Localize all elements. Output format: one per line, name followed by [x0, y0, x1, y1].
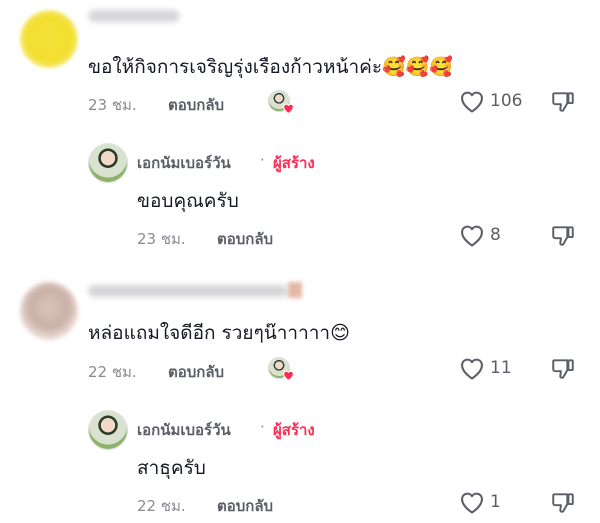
creator-liked-heart-icon: [283, 370, 294, 381]
creator-liked-badge: [268, 357, 294, 383]
reply-2-reply-button[interactable]: ตอบกลับ: [217, 494, 273, 518]
dislike-icon[interactable]: [550, 490, 576, 516]
reply-2-time: 22 ชม.: [137, 497, 186, 515]
comment-2-like-button[interactable]: 11: [458, 355, 512, 381]
comment-2-like-count: 11: [490, 358, 512, 378]
creator-liked-badge: [268, 90, 294, 116]
creator-2-tag: ผู้สร้าง: [273, 421, 315, 439]
heart-outline-icon: [461, 492, 483, 514]
comment-2-emojis: 😊: [330, 322, 350, 344]
creator-1-tag: ผู้สร้าง: [273, 154, 315, 172]
reply-1-time: 23 ชม.: [137, 230, 186, 248]
dislike-icon[interactable]: [550, 223, 576, 249]
commenter-1-avatar[interactable]: [20, 10, 78, 68]
creator-2-avatar[interactable]: [88, 410, 128, 450]
creator-2-name[interactable]: เอกนัมเบอร์วัน: [137, 418, 231, 442]
comment-1-time: 23 ชม.: [88, 96, 137, 114]
heart-outline-icon: [461, 91, 483, 113]
comment-2-text: หล่อแถมใจดีอีก รวยๆน๊าาาาา😊: [88, 318, 350, 348]
comment-2-reply-button[interactable]: ตอบกลับ: [168, 360, 224, 384]
creator-1-name[interactable]: เอกนัมเบอร์วัน: [137, 151, 231, 175]
heart-outline-icon: [461, 358, 483, 380]
commenter-2-avatar[interactable]: [20, 282, 78, 340]
comment-1-body: ขอให้กิจการเจริญรุ่งเรืองก้าวหน้าค่ะ: [88, 56, 383, 78]
reply-1-reply-button[interactable]: ตอบกลับ: [217, 227, 273, 251]
comment-1-like-count: 106: [490, 91, 523, 111]
commenter-2-username[interactable]: [88, 285, 288, 297]
commenter-2-badge: [288, 282, 302, 298]
comment-1-text: ขอให้กิจการเจริญรุ่งเรืองก้าวหน้าค่ะ🥰🥰🥰: [88, 52, 453, 82]
commenter-1-username[interactable]: [88, 10, 180, 22]
creator-1-avatar[interactable]: [88, 143, 128, 183]
reply-2-text: สาธุครับ: [137, 457, 206, 479]
comment-1-emojis: 🥰🥰🥰: [382, 56, 454, 78]
comment-2-body: หล่อแถมใจดีอีก รวยๆน๊าาาาา: [88, 322, 331, 344]
reply-1-like-button[interactable]: 8: [458, 222, 501, 248]
heart-outline-icon: [461, 225, 483, 247]
reply-1-text: ขอบคุณครับ: [137, 190, 239, 212]
comment-1-reply-button[interactable]: ตอบกลับ: [168, 93, 224, 117]
dislike-icon[interactable]: [550, 89, 576, 115]
reply-2-like-count: 1: [490, 492, 501, 512]
reply-2-like-button[interactable]: 1: [458, 489, 501, 515]
comment-1-like-button[interactable]: 106: [458, 88, 522, 114]
dislike-icon[interactable]: [550, 356, 576, 382]
creator-1-separator: ·: [260, 151, 265, 169]
reply-1-like-count: 8: [490, 225, 501, 245]
creator-liked-heart-icon: [283, 103, 294, 114]
creator-2-separator: ·: [260, 418, 265, 436]
comment-2-time: 22 ชม.: [88, 363, 137, 381]
